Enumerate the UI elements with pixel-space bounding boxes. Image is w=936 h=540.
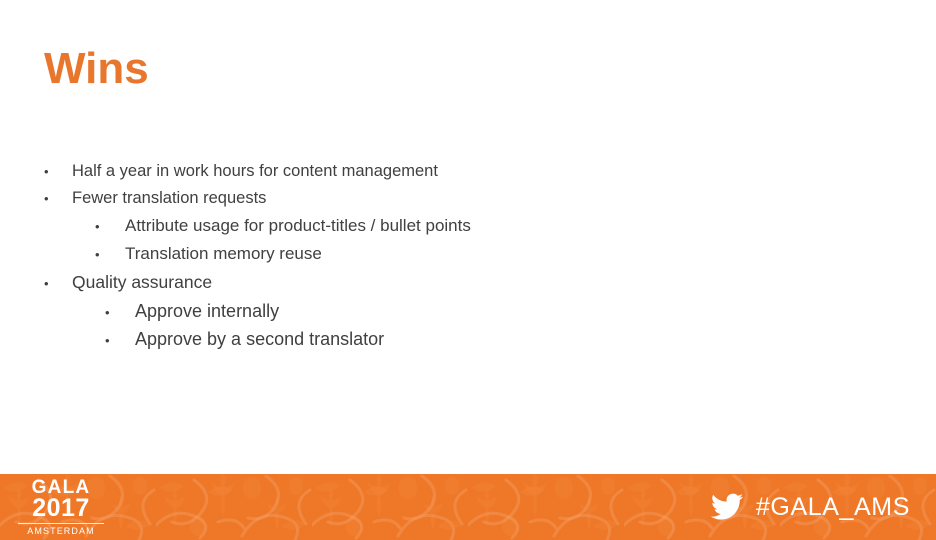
gala-logo-city: AMSTERDAM <box>18 522 104 537</box>
list-item-label: Fewer translation requests <box>72 189 267 207</box>
list-item: • Attribute usage for product-titles / b… <box>44 212 894 240</box>
slide-footer: GALA 2017 AMSTERDAM #GALA_AMS <box>0 474 936 540</box>
bullet-marker: • <box>44 191 49 206</box>
bullet-marker: • <box>44 276 49 291</box>
list-item-label: Attribute usage for product-titles / bul… <box>125 216 471 235</box>
list-item: • Half a year in work hours for content … <box>44 158 894 185</box>
list-item-label: Approve internally <box>135 301 280 321</box>
twitter-handle-label: #GALA_AMS <box>755 492 910 521</box>
twitter-bird-icon <box>710 493 744 520</box>
list-item-label: Approve by a second translator <box>135 329 385 349</box>
bullet-list: • Half a year in work hours for content … <box>44 158 894 354</box>
list-item: • Quality assurance <box>44 268 894 298</box>
slide: Wins • Half a year in work hours for con… <box>0 0 936 540</box>
bullet-marker: • <box>44 164 49 179</box>
list-item: • Fewer translation requests <box>44 185 894 212</box>
list-item: • Approve internally <box>44 298 894 326</box>
page-title: Wins <box>44 44 149 93</box>
bullet-marker: • <box>95 247 100 262</box>
bullet-marker: • <box>105 333 110 348</box>
gala-logo-year: 2017 <box>32 493 90 522</box>
twitter-handle-block: #GALA_AMS <box>710 474 910 540</box>
bullet-marker: • <box>105 305 110 320</box>
bullet-marker: • <box>95 219 100 234</box>
list-item-label: Quality assurance <box>72 272 213 292</box>
list-item: • Translation memory reuse <box>44 240 894 268</box>
list-item-label: Half a year in work hours for content ma… <box>72 162 438 180</box>
list-item-label: Translation memory reuse <box>125 244 322 263</box>
list-item: • Approve by a second translator <box>44 326 894 354</box>
gala-logo: GALA 2017 AMSTERDAM <box>18 474 104 540</box>
